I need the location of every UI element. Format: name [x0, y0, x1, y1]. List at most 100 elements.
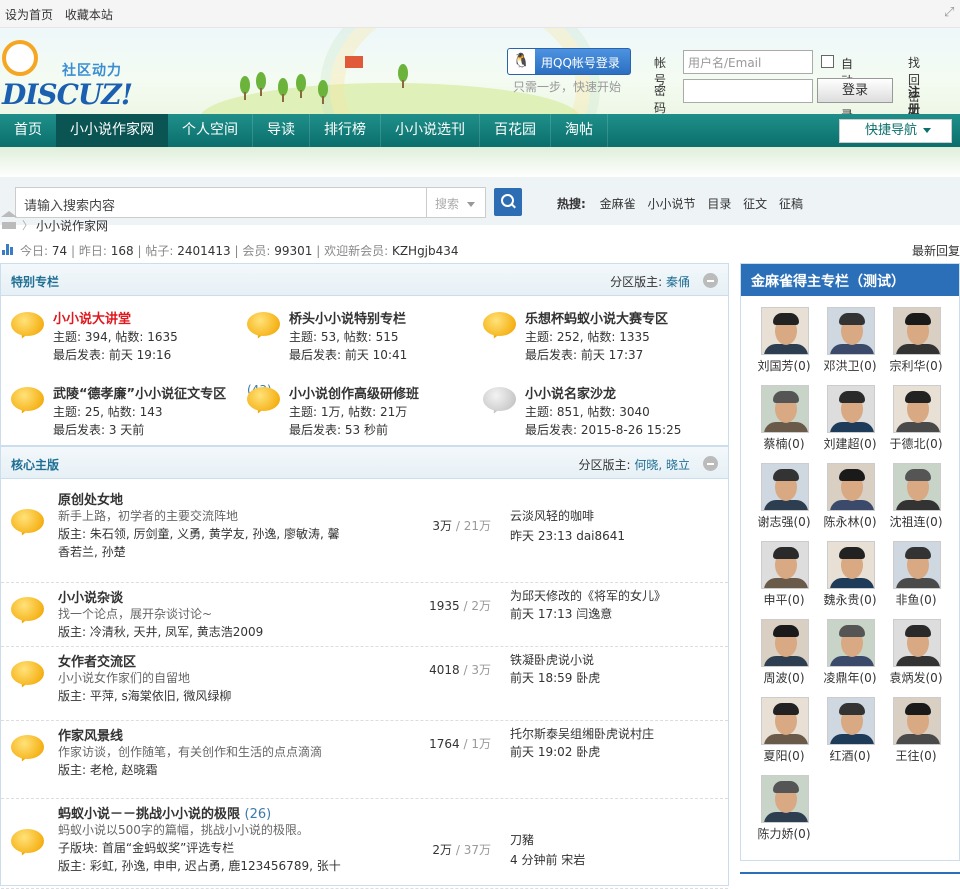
author-name-link[interactable]: 于德北(0)	[878, 435, 954, 452]
section-title[interactable]: 核心主版	[11, 456, 59, 473]
author-avatar-card[interactable]: 周波(0)	[752, 619, 816, 691]
nav-item-ranking[interactable]: 排行榜	[310, 114, 380, 147]
author-name-link[interactable]: 王往(0)	[878, 747, 954, 764]
home-icon[interactable]	[1, 211, 17, 229]
avatar[interactable]	[893, 307, 941, 355]
author-name-link[interactable]: 刘国芳(0)	[746, 357, 822, 374]
avatar[interactable]	[827, 463, 875, 511]
author-name-link[interactable]: 邓洪卫(0)	[812, 357, 888, 374]
hot-term[interactable]: 征文	[743, 197, 767, 211]
avatar[interactable]	[893, 385, 941, 433]
forum-name-link[interactable]: 作家风景线	[58, 725, 123, 744]
last-post-info[interactable]: 4 分钟前 宋岩	[510, 851, 585, 868]
moderator-link[interactable]: 秦俑	[666, 275, 690, 289]
forum-last-post[interactable]: 最后发表: 前天 17:37	[525, 346, 643, 363]
site-logo[interactable]: 社区动力 DISCUZ!	[2, 40, 133, 111]
author-avatar-card[interactable]: 沈祖连(0)	[884, 463, 948, 535]
forum-name-link[interactable]: 小小说大讲堂	[53, 308, 131, 327]
expand-icon[interactable]: ⤢	[944, 6, 958, 20]
avatar[interactable]	[761, 541, 809, 589]
forum-name-link[interactable]: 小小说杂谈	[58, 587, 123, 606]
nav-item-space[interactable]: 个人空间	[168, 114, 252, 147]
last-post-info[interactable]: 昨天 23:13 dai8641	[510, 527, 625, 544]
author-avatar-card[interactable]: 王往(0)	[884, 697, 948, 769]
author-name-link[interactable]: 申平(0)	[746, 591, 822, 608]
nav-item-selected[interactable]: 小小说选刊	[381, 114, 479, 147]
moderator-link[interactable]: 何晓, 晓立	[634, 458, 690, 472]
author-name-link[interactable]: 陈力娇(0)	[746, 825, 822, 842]
avatar[interactable]	[761, 385, 809, 433]
hot-term[interactable]: 小小说节	[647, 197, 695, 211]
collapse-icon[interactable]	[703, 456, 718, 471]
search-type-select[interactable]: 搜索	[426, 187, 486, 218]
author-avatar-card[interactable]: 申平(0)	[752, 541, 816, 613]
forum-moderators[interactable]: 版主: 彩虹, 孙逸, 申申, 迟占勇, 鹿123456789, 张十	[58, 857, 358, 875]
forum-name-link[interactable]: 女作者交流区	[58, 651, 136, 670]
author-avatar-card[interactable]: 陈永林(0)	[818, 463, 882, 535]
author-avatar-card[interactable]: 邓洪卫(0)	[818, 307, 882, 379]
password-input[interactable]	[683, 79, 813, 103]
forum-last-post[interactable]: 最后发表: 3 天前	[53, 421, 144, 438]
author-avatar-card[interactable]: 夏阳(0)	[752, 697, 816, 769]
hot-term[interactable]: 金麻雀	[600, 197, 636, 211]
forum-last-post[interactable]: 最后发表: 前天 10:41	[289, 346, 407, 363]
avatar[interactable]	[893, 463, 941, 511]
last-post-title[interactable]: 托尔斯泰吴组缃卧虎说村庄	[510, 725, 654, 742]
forum-name-link[interactable]: 武陵“德孝廉”小小说征文专区	[53, 383, 226, 402]
last-post-info[interactable]: 前天 19:02 卧虎	[510, 743, 600, 760]
avatar[interactable]	[761, 775, 809, 823]
author-name-link[interactable]: 蔡楠(0)	[746, 435, 822, 452]
avatar[interactable]	[761, 619, 809, 667]
author-avatar-card[interactable]: 刘国芳(0)	[752, 307, 816, 379]
nav-item-guide[interactable]: 导读	[253, 114, 309, 147]
collapse-icon[interactable]	[703, 273, 718, 288]
author-name-link[interactable]: 非鱼(0)	[878, 591, 954, 608]
subforum-link[interactable]: 子版块: 首届“金蚂蚁奖”评选专栏	[58, 839, 234, 856]
hot-term[interactable]: 目录	[707, 197, 731, 211]
last-post-title[interactable]: 云淡风轻的咖啡	[510, 507, 594, 524]
register-link[interactable]: 注册会员	[908, 83, 920, 114]
avatar[interactable]	[761, 697, 809, 745]
author-avatar-card[interactable]: 谢志强(0)	[752, 463, 816, 535]
author-avatar-card[interactable]: 于德北(0)	[884, 385, 948, 457]
auto-login-checkbox[interactable]	[821, 55, 834, 68]
quick-nav-dropdown[interactable]: 快捷导航	[839, 119, 952, 143]
forum-moderators[interactable]: 版主: 冷清秋, 天井, 凤军, 黄志浩2009	[58, 623, 348, 641]
qq-login-button[interactable]: 🐧 用QQ帐号登录	[507, 48, 631, 75]
author-avatar-card[interactable]: 凌鼎年(0)	[818, 619, 882, 691]
avatar[interactable]	[827, 619, 875, 667]
nav-item-garden[interactable]: 百花园	[480, 114, 550, 147]
author-name-link[interactable]: 宗利华(0)	[878, 357, 954, 374]
avatar[interactable]	[761, 463, 809, 511]
author-name-link[interactable]: 刘建超(0)	[812, 435, 888, 452]
sidebar-title[interactable]: 金麻雀得主专栏（测试）	[741, 264, 959, 296]
forum-name-link[interactable]: 桥头小小说特别专栏	[289, 308, 406, 327]
hot-term[interactable]: 征稿	[779, 197, 803, 211]
avatar[interactable]	[893, 697, 941, 745]
author-name-link[interactable]: 陈永林(0)	[812, 513, 888, 530]
forum-name-link[interactable]: 小小说创作高级研修班	[289, 383, 419, 402]
search-button[interactable]	[494, 188, 522, 216]
avatar[interactable]	[893, 541, 941, 589]
section-title[interactable]: 特别专栏	[11, 273, 59, 290]
author-name-link[interactable]: 夏阳(0)	[746, 747, 822, 764]
avatar[interactable]	[827, 307, 875, 355]
forum-name-link[interactable]: 小小说名家沙龙	[525, 383, 616, 402]
author-name-link[interactable]: 周波(0)	[746, 669, 822, 686]
last-post-info[interactable]: 前天 17:13 闫逸意	[510, 605, 612, 622]
author-name-link[interactable]: 袁炳发(0)	[878, 669, 954, 686]
author-name-link[interactable]: 谢志强(0)	[746, 513, 822, 530]
avatar[interactable]	[761, 307, 809, 355]
avatar[interactable]	[827, 541, 875, 589]
author-avatar-card[interactable]: 刘建超(0)	[818, 385, 882, 457]
avatar[interactable]	[827, 697, 875, 745]
author-avatar-card[interactable]: 陈力娇(0)	[752, 775, 816, 847]
author-avatar-card[interactable]: 非鱼(0)	[884, 541, 948, 613]
author-avatar-card[interactable]: 红酒(0)	[818, 697, 882, 769]
forum-last-post[interactable]: 最后发表: 2015-8-26 15:25	[525, 421, 681, 438]
forum-moderators[interactable]: 版主: 平萍, s海棠依旧, 微风绿柳	[58, 687, 348, 705]
account-input[interactable]: 用户名/Email	[683, 50, 813, 74]
forum-moderators[interactable]: 版主: 老枪, 赵晓霜	[58, 761, 348, 779]
author-name-link[interactable]: 凌鼎年(0)	[812, 669, 888, 686]
author-avatar-card[interactable]: 魏永贵(0)	[818, 541, 882, 613]
